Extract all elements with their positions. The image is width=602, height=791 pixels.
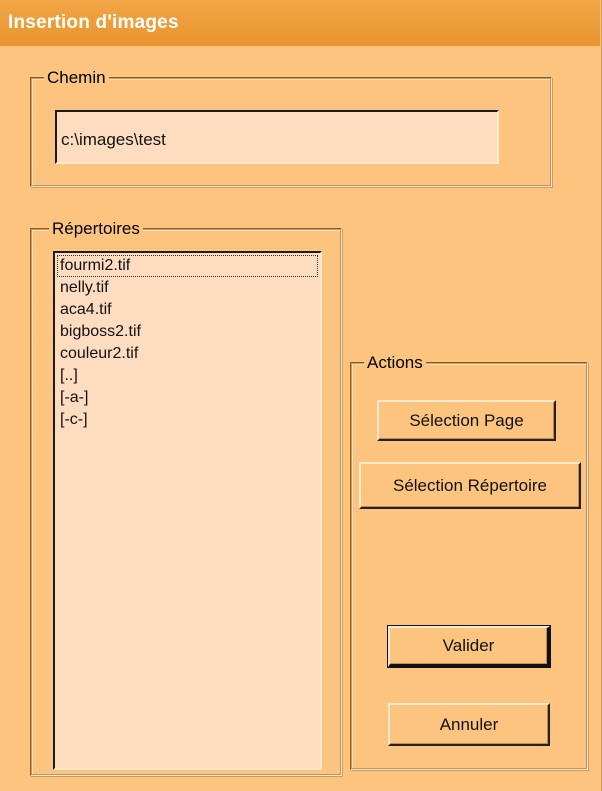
cancel-button[interactable]: Annuler [388,703,550,746]
list-item[interactable]: [-a-] [57,387,318,409]
list-item[interactable]: aca4.tif [57,299,318,321]
select-page-button[interactable]: Sélection Page [377,400,556,441]
dialog-title-bar: Insertion d'images [0,0,600,46]
validate-button[interactable]: Valider [387,625,551,668]
select-directory-button[interactable]: Sélection Répertoire [359,462,581,509]
actions-legend: Actions [364,352,426,374]
list-item[interactable]: fourmi2.tif [57,255,318,277]
dialog-title: Insertion d'images [8,12,179,33]
path-legend: Chemin [44,67,109,89]
list-item[interactable]: couleur2.tif [57,343,318,365]
image-insertion-dialog: Insertion d'images Chemin Répertoires fo… [0,0,602,791]
directory-file-list[interactable]: fourmi2.tif nelly.tif aca4.tif bigboss2.tif… [53,251,322,770]
list-item[interactable]: nelly.tif [57,277,318,299]
list-item[interactable]: [..] [57,365,318,387]
list-item[interactable]: [-c-] [57,409,318,431]
directories-legend: Répertoires [49,218,143,240]
path-field[interactable] [55,110,499,164]
list-item[interactable]: bigboss2.tif [57,321,318,343]
